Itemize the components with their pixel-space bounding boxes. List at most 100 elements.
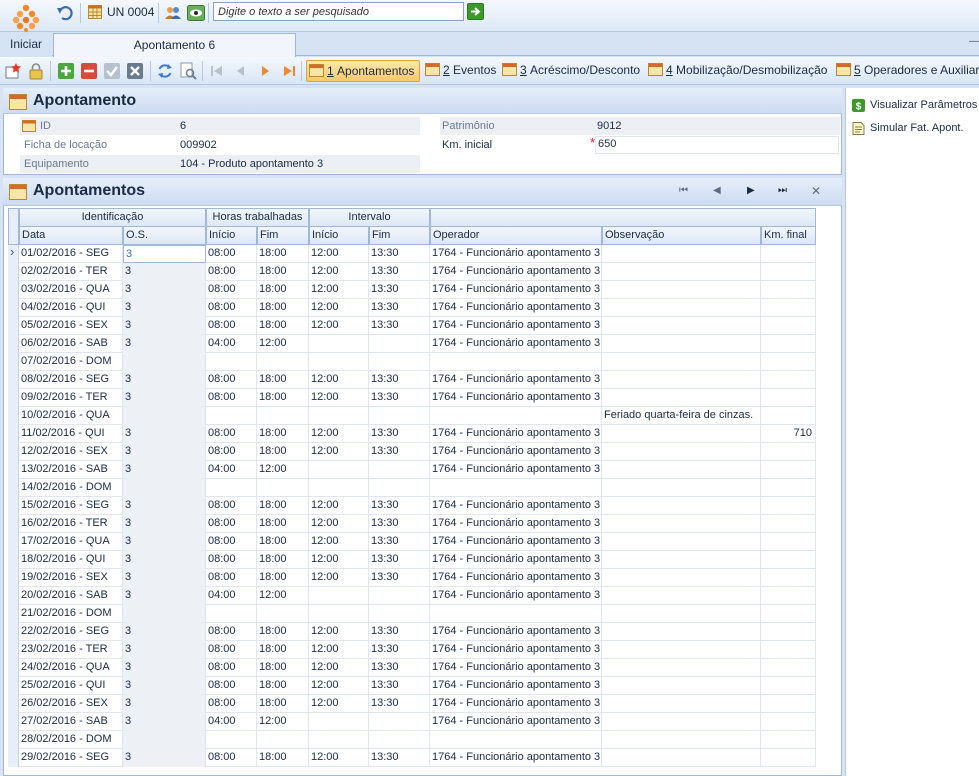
cell-observacao[interactable]: [602, 677, 761, 695]
cell-horas-fim[interactable]: 18:00: [257, 299, 309, 317]
lock-icon[interactable]: [27, 62, 45, 80]
cell-data[interactable]: 22/02/2016 - SEG: [19, 623, 123, 641]
cell-horas-fim[interactable]: 18:00: [257, 263, 309, 281]
cell-km-final[interactable]: [761, 515, 816, 533]
cell-observacao[interactable]: [602, 659, 761, 677]
cell-os[interactable]: 3: [123, 677, 206, 695]
cell-horas-inicio[interactable]: 08:00: [206, 263, 257, 281]
cell-horas-inicio[interactable]: 08:00: [206, 299, 257, 317]
cell-operador[interactable]: 1764 - Funcionário apontamento 3: [430, 461, 602, 479]
cell-intervalo-inicio[interactable]: [309, 407, 369, 425]
cell-km-final[interactable]: [761, 731, 816, 749]
cell-os[interactable]: 3: [123, 749, 206, 767]
grid-previous-icon[interactable]: ◀: [713, 185, 721, 196]
cell-operador[interactable]: 1764 - Funcionário apontamento 3: [430, 317, 602, 335]
preview-icon[interactable]: [179, 62, 197, 80]
cell-km-final[interactable]: [761, 605, 816, 623]
table-row[interactable]: 25/02/2016 - QUI 3 08:00 18:00 12:00 13:30 176…: [8, 677, 816, 695]
cell-horas-inicio[interactable]: 08:00: [206, 497, 257, 515]
row-indicator[interactable]: [8, 641, 19, 659]
table-row[interactable]: 14/02/2016 - DOM: [8, 479, 816, 497]
cell-intervalo-fim[interactable]: 13:30: [369, 263, 430, 281]
cell-horas-inicio[interactable]: 08:00: [206, 569, 257, 587]
cell-horas-fim[interactable]: 12:00: [257, 587, 309, 605]
cell-intervalo-inicio[interactable]: [309, 713, 369, 731]
cell-operador[interactable]: [430, 605, 602, 623]
tab-acrescimo-desconto[interactable]: 3 Acréscimo/Desconto: [500, 60, 640, 82]
cell-data[interactable]: 15/02/2016 - SEG: [19, 497, 123, 515]
cell-horas-fim[interactable]: 18:00: [257, 749, 309, 767]
first-record-icon[interactable]: [208, 62, 226, 80]
cell-intervalo-inicio[interactable]: 12:00: [309, 623, 369, 641]
cell-horas-fim[interactable]: 12:00: [257, 335, 309, 353]
grid-close-icon[interactable]: ✕: [811, 184, 821, 198]
col-operador[interactable]: Operador: [430, 227, 602, 245]
cell-operador[interactable]: 1764 - Funcionário apontamento 3: [430, 659, 602, 677]
cell-km-final[interactable]: [761, 551, 816, 569]
cell-horas-inicio[interactable]: 04:00: [206, 461, 257, 479]
cell-os[interactable]: 3: [123, 551, 206, 569]
row-indicator[interactable]: [8, 389, 19, 407]
cell-operador[interactable]: [430, 407, 602, 425]
cell-observacao[interactable]: [602, 479, 761, 497]
table-row[interactable]: 02/02/2016 - TER 3 08:00 18:00 12:00 13:30 176…: [8, 263, 816, 281]
cell-intervalo-fim[interactable]: [369, 731, 430, 749]
cell-intervalo-fim[interactable]: [369, 461, 430, 479]
cell-operador[interactable]: [430, 353, 602, 371]
cell-horas-fim[interactable]: 18:00: [257, 695, 309, 713]
next-record-icon[interactable]: [256, 62, 274, 80]
tab-mobilizacao-desmobilizacao[interactable]: 4 Mobilização/Desmobilização: [646, 60, 827, 82]
cell-data[interactable]: 11/02/2016 - QUI: [19, 425, 123, 443]
cell-operador[interactable]: 1764 - Funcionário apontamento 3: [430, 551, 602, 569]
table-row[interactable]: 29/02/2016 - SEG 3 08:00 18:00 12:00 13:30 176…: [8, 749, 816, 767]
row-indicator[interactable]: [8, 695, 19, 713]
cell-horas-inicio[interactable]: 08:00: [206, 317, 257, 335]
col-km-final[interactable]: Km. final: [761, 227, 816, 245]
cell-observacao[interactable]: [602, 587, 761, 605]
cell-observacao[interactable]: [602, 713, 761, 731]
cell-intervalo-inicio[interactable]: 12:00: [309, 425, 369, 443]
row-indicator[interactable]: [8, 335, 19, 353]
eye-icon[interactable]: [187, 4, 205, 22]
cell-data[interactable]: 18/02/2016 - QUI: [19, 551, 123, 569]
cell-intervalo-fim[interactable]: 13:30: [369, 299, 430, 317]
row-indicator[interactable]: [8, 425, 19, 443]
cell-operador[interactable]: 1764 - Funcionário apontamento 3: [430, 515, 602, 533]
cell-os[interactable]: 3: [123, 641, 206, 659]
search-go-button[interactable]: [467, 3, 484, 20]
cell-observacao[interactable]: [602, 281, 761, 299]
visualizar-parametros-link[interactable]: $ Visualizar Parâmetros: [852, 99, 977, 112]
cell-intervalo-inicio[interactable]: 12:00: [309, 389, 369, 407]
cell-observacao[interactable]: [602, 443, 761, 461]
cell-os[interactable]: [123, 407, 206, 425]
cell-km-final[interactable]: [761, 587, 816, 605]
cell-os[interactable]: 3: [123, 515, 206, 533]
cell-intervalo-inicio[interactable]: 12:00: [309, 515, 369, 533]
cell-os[interactable]: [123, 605, 206, 623]
cell-observacao[interactable]: [602, 605, 761, 623]
cell-intervalo-inicio[interactable]: [309, 335, 369, 353]
cell-data[interactable]: 16/02/2016 - TER: [19, 515, 123, 533]
cell-observacao[interactable]: [602, 749, 761, 767]
cell-horas-fim[interactable]: [257, 605, 309, 623]
cell-horas-fim[interactable]: 18:00: [257, 659, 309, 677]
cell-intervalo-fim[interactable]: 13:30: [369, 497, 430, 515]
cell-km-final[interactable]: [761, 317, 816, 335]
cell-operador[interactable]: 1764 - Funcionário apontamento 3: [430, 533, 602, 551]
last-record-icon[interactable]: [280, 62, 298, 80]
cell-intervalo-fim[interactable]: 13:30: [369, 695, 430, 713]
tab-apontamento-6[interactable]: Apontamento 6: [53, 33, 296, 57]
row-indicator[interactable]: [8, 317, 19, 335]
cell-horas-inicio[interactable]: 08:00: [206, 749, 257, 767]
table-row[interactable]: 19/02/2016 - SEX 3 08:00 18:00 12:00 13:30 176…: [8, 569, 816, 587]
cell-os[interactable]: 3: [123, 497, 206, 515]
cell-intervalo-inicio[interactable]: [309, 587, 369, 605]
table-row[interactable]: 06/02/2016 - SAB 3 04:00 12:00 1764 - Funcio…: [8, 335, 816, 353]
cell-observacao[interactable]: [602, 371, 761, 389]
grid-last-icon[interactable]: ⏭: [778, 185, 787, 196]
cell-horas-inicio[interactable]: [206, 353, 257, 371]
cell-observacao[interactable]: [602, 461, 761, 479]
cell-intervalo-fim[interactable]: 13:30: [369, 281, 430, 299]
cell-observacao[interactable]: [602, 299, 761, 317]
cell-os[interactable]: 3: [123, 461, 206, 479]
